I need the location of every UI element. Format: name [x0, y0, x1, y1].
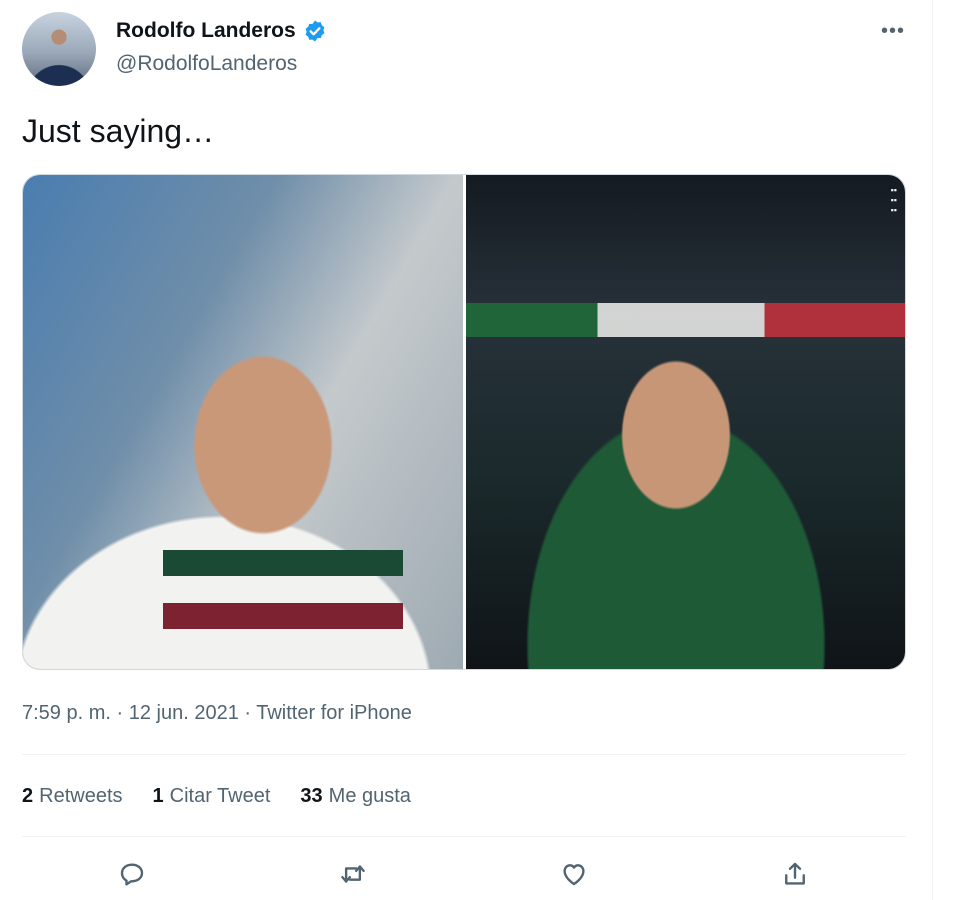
author-name-row[interactable]: Rodolfo Landeros	[116, 19, 327, 43]
photo-watermark: ▪▪ ▪▪ ▪▪	[890, 185, 897, 215]
reply-button[interactable]	[110, 852, 154, 896]
likes-label: Me gusta	[328, 785, 411, 807]
tweet-time[interactable]: 7:59 p. m.	[22, 702, 111, 724]
tweet-text: Just saying…	[22, 113, 215, 149]
author-handle[interactable]: @RodolfoLanderos	[116, 52, 297, 76]
column-border	[932, 0, 933, 900]
retweet-button[interactable]	[331, 852, 375, 896]
share-button[interactable]	[773, 852, 817, 896]
retweets-label: Retweets	[39, 785, 123, 807]
photo-right[interactable]: ▪▪ ▪▪ ▪▪	[465, 175, 905, 669]
engagement-stats: 2 Retweets 1 Citar Tweet 33 Me gusta	[22, 785, 411, 808]
shirt-stripe-red	[163, 603, 403, 629]
photo-left[interactable]	[23, 175, 463, 669]
like-button[interactable]	[552, 852, 596, 896]
share-icon	[785, 862, 805, 885]
retweets-stat[interactable]: 2 Retweets	[22, 785, 123, 808]
likes-count: 33	[300, 785, 323, 807]
tweet-action-bar	[0, 852, 932, 896]
avatar[interactable]	[22, 12, 96, 86]
author-display-name[interactable]: Rodolfo Landeros	[116, 19, 296, 43]
meta-separator: ·	[110, 702, 129, 724]
quotes-count: 1	[152, 785, 164, 807]
shirt-stripe-green	[163, 550, 403, 576]
likes-stat[interactable]: 33 Me gusta	[300, 785, 411, 808]
meta-separator: ·	[238, 702, 257, 724]
tweet-metadata: 7:59 p. m. · 12 jun. 2021 · Twitter for …	[22, 702, 412, 725]
more-options-icon[interactable]: •••	[880, 20, 906, 42]
like-icon	[563, 864, 585, 886]
retweets-count: 2	[22, 785, 34, 807]
verified-badge-icon	[305, 20, 325, 42]
quotes-label: Citar Tweet	[169, 785, 271, 807]
tweet-source[interactable]: Twitter for iPhone	[256, 702, 412, 724]
retweet-icon	[341, 865, 365, 883]
divider	[22, 754, 906, 755]
stadium-flag-banner	[465, 303, 905, 337]
quotes-stat[interactable]: 1 Citar Tweet	[153, 785, 271, 808]
reply-icon	[120, 863, 144, 886]
tweet-date[interactable]: 12 jun. 2021	[129, 702, 239, 724]
tweet-media: ▪▪ ▪▪ ▪▪	[22, 174, 906, 670]
divider	[22, 836, 906, 837]
